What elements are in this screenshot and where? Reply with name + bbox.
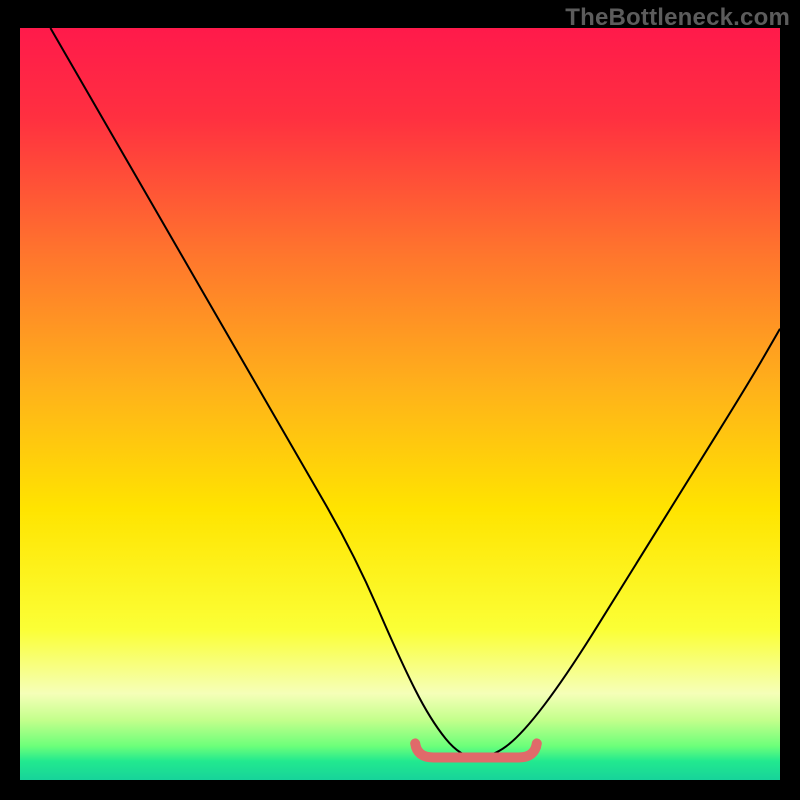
optimal-band-highlight: [415, 743, 537, 757]
watermark-text: TheBottleneck.com: [565, 4, 790, 32]
bottleneck-curve-line: [50, 28, 780, 757]
plot-area: [20, 28, 780, 780]
chart-frame: TheBottleneck.com: [0, 0, 800, 800]
curve-svg: [20, 28, 780, 780]
